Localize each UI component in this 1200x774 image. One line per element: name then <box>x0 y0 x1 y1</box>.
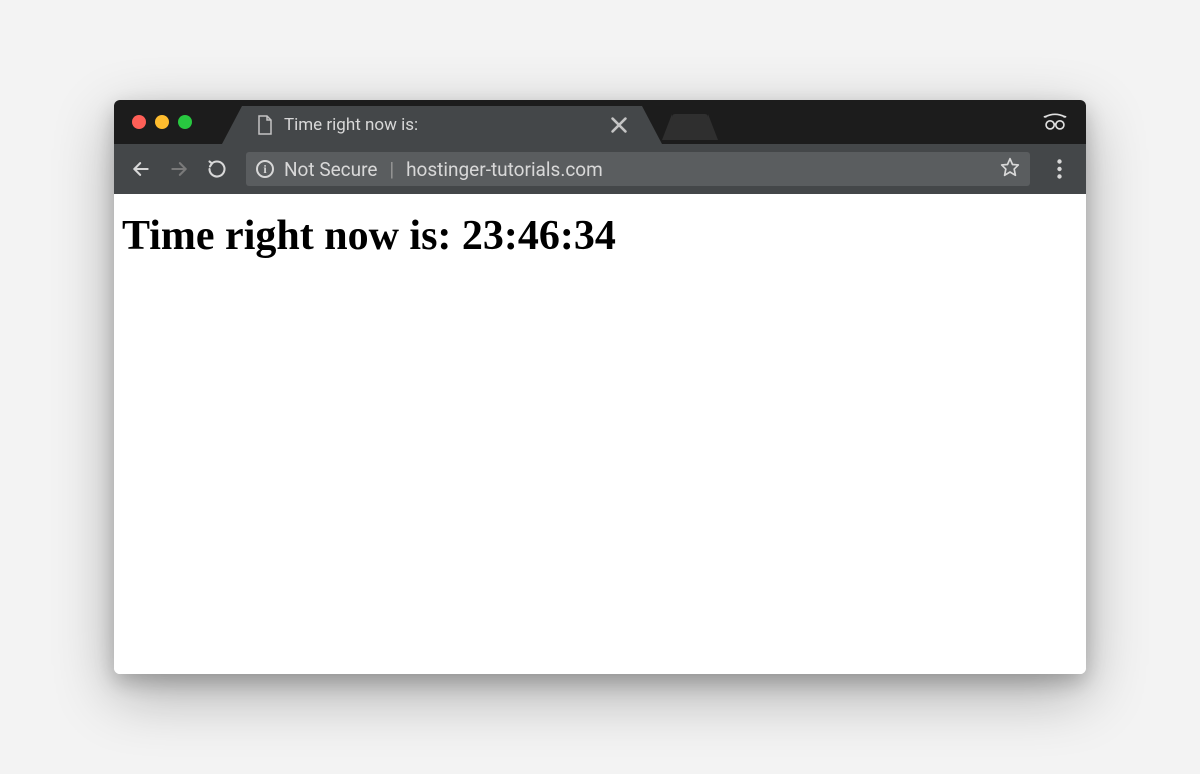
reload-button[interactable] <box>202 154 232 184</box>
site-info-icon[interactable]: i <box>256 160 274 178</box>
page-favicon-icon <box>256 116 274 134</box>
url-text: hostinger-tutorials.com <box>406 158 990 181</box>
back-button[interactable] <box>126 154 156 184</box>
page-content: Time right now is: 23:46:34 <box>114 194 1086 674</box>
new-tab-button[interactable] <box>672 114 708 140</box>
close-window-button[interactable] <box>132 115 146 129</box>
tab-title: Time right now is: <box>284 115 600 135</box>
incognito-icon <box>1042 107 1068 137</box>
browser-tab[interactable]: Time right now is: <box>242 106 642 144</box>
heading-label: Time right now is: <box>122 213 462 259</box>
close-tab-button[interactable] <box>610 116 628 134</box>
browser-menu-button[interactable] <box>1044 154 1074 184</box>
time-value: 23:46:34 <box>462 213 616 259</box>
toolbar: i Not Secure | hostinger-tutorials.com <box>114 144 1086 194</box>
tab-bar: Time right now is: <box>114 100 1086 144</box>
minimize-window-button[interactable] <box>155 115 169 129</box>
address-divider: | <box>387 158 396 181</box>
forward-button[interactable] <box>164 154 194 184</box>
address-bar[interactable]: i Not Secure | hostinger-tutorials.com <box>246 152 1030 186</box>
bookmark-button[interactable] <box>1000 157 1020 182</box>
browser-window: Time right now is: <box>114 100 1086 674</box>
window-controls <box>114 115 192 129</box>
maximize-window-button[interactable] <box>178 115 192 129</box>
security-status: Not Secure <box>284 158 377 181</box>
page-heading: Time right now is: 23:46:34 <box>122 212 1078 260</box>
